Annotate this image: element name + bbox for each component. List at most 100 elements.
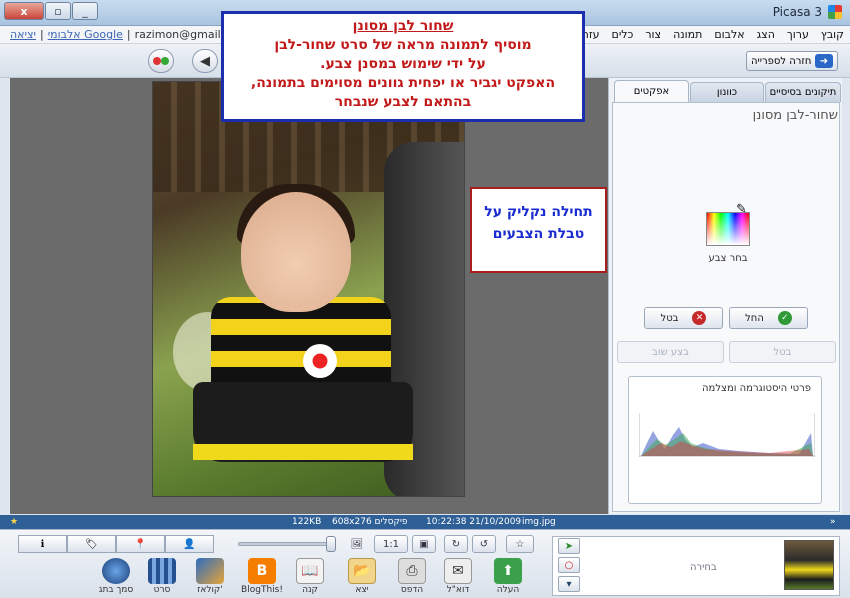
menu-file[interactable]: קובץ xyxy=(821,28,844,41)
menu-album[interactable]: אלבום xyxy=(714,28,744,41)
arrow-right-icon: ➜ xyxy=(815,54,833,68)
fit-button[interactable]: ▣ xyxy=(412,535,436,553)
color-picker-swatch[interactable] xyxy=(706,212,750,246)
annotation-line-4: בהתאם לצבע שנבחר xyxy=(334,94,472,110)
previous-photo-button[interactable]: ◀ xyxy=(192,49,218,73)
tag-icon: 🏷 xyxy=(85,538,98,550)
annotation-line-3: האפקט יגביר או יפחית גוונים מסוימים בתמו… xyxy=(250,75,556,91)
cancel-button[interactable]: בטל ✕ xyxy=(644,307,723,329)
shop-tool[interactable]: 📖 קנה xyxy=(288,558,332,595)
menu-edit[interactable]: ערוך xyxy=(787,28,809,41)
info-button[interactable]: ℹ xyxy=(18,535,67,553)
tag-button[interactable]: 🏷 xyxy=(67,535,116,553)
blogthis-tool[interactable]: B BlogThis! xyxy=(240,558,284,595)
people-button[interactable]: 👤 xyxy=(165,535,214,553)
tab-basic-fixes[interactable]: תיקונים בסיסיים xyxy=(765,82,841,102)
histogram-graph xyxy=(639,413,815,457)
export-label: יצא xyxy=(355,585,369,595)
annotation-line-1: מוסיף לתמונה מראה של סרט שחור-לבן xyxy=(274,37,532,53)
add-to-album-button[interactable]: ▾ xyxy=(558,576,580,592)
menu-create[interactable]: צור xyxy=(645,28,661,41)
filename: img.jpg xyxy=(522,517,556,527)
geotag-label: סמך בתג xyxy=(98,585,134,595)
map-pin-icon: 📍 xyxy=(134,538,147,550)
rotate-right-icon: ↺ xyxy=(479,538,489,550)
hold-button[interactable]: ➤ xyxy=(558,538,580,554)
one-to-one-icon: 1:1 xyxy=(382,538,400,550)
rotate-right-button[interactable]: ↺ xyxy=(472,535,496,553)
selected-thumbnail[interactable] xyxy=(784,540,834,590)
image-dimensions: 608x276 פיקסלים xyxy=(332,517,408,527)
print-tool[interactable]: ⎙ הדפס xyxy=(390,558,434,595)
upload-tool[interactable]: ⬆ העלה xyxy=(486,558,530,595)
collage-tool[interactable]: קולאז' xyxy=(188,558,232,595)
sign-out-link[interactable]: יציאה xyxy=(10,28,36,41)
clear-button[interactable]: ○ xyxy=(558,557,580,573)
eyedropper-icon: ✎ xyxy=(736,202,747,217)
effect-title: שחור-לבן מסונן xyxy=(752,108,838,123)
checkmark-icon: ✓ xyxy=(777,311,792,325)
file-size: 122KB xyxy=(292,517,322,527)
geotag-button[interactable]: 📍 xyxy=(116,535,165,553)
restore-button[interactable]: ▫ xyxy=(45,2,71,20)
blogthis-label: BlogThis! xyxy=(241,585,283,595)
movie-tool[interactable]: סרט xyxy=(140,558,184,595)
status-bar: ★ 122KB 608x276 פיקסלים 10:22:38 21/10/2… xyxy=(0,515,850,529)
callout-line-1: תחילה נקליק על xyxy=(484,204,593,220)
undo-label: בטל xyxy=(773,346,792,358)
album-icon: ▾ xyxy=(566,578,572,590)
globe-icon xyxy=(102,558,130,584)
email-tool[interactable]: ✉ דוא"ל xyxy=(436,558,480,595)
envelope-icon: ✉ xyxy=(444,558,472,584)
zoom-slider-track[interactable] xyxy=(238,542,334,546)
apply-button[interactable]: החל ✓ xyxy=(729,307,808,329)
person-icon: 👤 xyxy=(183,538,196,550)
pin-icon: ➤ xyxy=(564,540,574,552)
tab-effects[interactable]: אפקטים xyxy=(614,80,689,102)
geotag-tool[interactable]: סמך בתג xyxy=(94,558,138,595)
export-tool[interactable]: 📂 יצא xyxy=(340,558,384,595)
zoom-slider-knob[interactable] xyxy=(326,536,336,552)
rotate-left-icon: ↻ xyxy=(451,538,461,550)
annotation-title: שחור לבן מסונן xyxy=(352,18,454,34)
callout-line-2: טבלת הצבעים xyxy=(492,226,585,242)
menu-tools[interactable]: כלים xyxy=(612,28,634,41)
account-links: יציאה | אלבומי Google | razimon@gmail.co… xyxy=(10,28,248,41)
back-to-library-button[interactable]: חזרה לספרייה ➜ xyxy=(746,51,838,71)
minimize-button[interactable]: _ xyxy=(72,2,98,20)
expand-icon[interactable]: » xyxy=(830,517,836,527)
redo-button[interactable]: בצע שוב xyxy=(617,341,724,363)
google-albums-link[interactable]: אלבומי Google xyxy=(48,28,123,41)
share-button[interactable] xyxy=(148,49,174,73)
apply-label: החל xyxy=(745,312,764,324)
upload-label: העלה xyxy=(496,585,520,595)
edited-photo[interactable] xyxy=(152,81,465,497)
annotation-main: שחור לבן מסונן מוסיף לתמונה מראה של סרט … xyxy=(221,11,585,122)
histogram-panel: פרטי היסטוגרמה ומצלמה xyxy=(628,376,822,504)
circle-icon: ○ xyxy=(564,559,574,571)
star-outline-icon: ☆ xyxy=(515,538,525,550)
star-button[interactable]: ☆ xyxy=(506,535,534,553)
app-title-text: Picasa 3 xyxy=(772,5,822,19)
tray-segmented-buttons: ℹ 🏷 📍 👤 xyxy=(18,535,214,553)
redo-label: בצע שוב xyxy=(652,346,689,358)
picasa-logo-icon xyxy=(828,5,842,19)
menu-picture[interactable]: תמונה xyxy=(673,28,702,41)
close-button[interactable]: x xyxy=(4,2,44,20)
annotation-line-2: על ידי שימוש במסנן צבע. xyxy=(320,56,486,72)
folder-icon: 📂 xyxy=(348,558,376,584)
actual-size-button[interactable]: 1:1 xyxy=(374,535,408,553)
image-icon: 🖼 xyxy=(350,538,364,550)
tab-tuning[interactable]: כוונון xyxy=(690,82,764,102)
collage-icon xyxy=(196,558,224,584)
undo-button[interactable]: בטל xyxy=(729,341,836,363)
blogger-icon: B xyxy=(248,558,276,584)
menu-view[interactable]: הצג xyxy=(757,28,775,41)
rotate-left-button[interactable]: ↻ xyxy=(444,535,468,553)
film-icon xyxy=(148,558,176,584)
email-label: דוא"ל xyxy=(446,585,470,595)
fit-to-screen-button[interactable]: 🖼 xyxy=(346,535,368,553)
star-icon: ★ xyxy=(10,517,19,527)
book-icon: 📖 xyxy=(296,558,324,584)
window-controls: x ▫ _ xyxy=(4,2,99,20)
